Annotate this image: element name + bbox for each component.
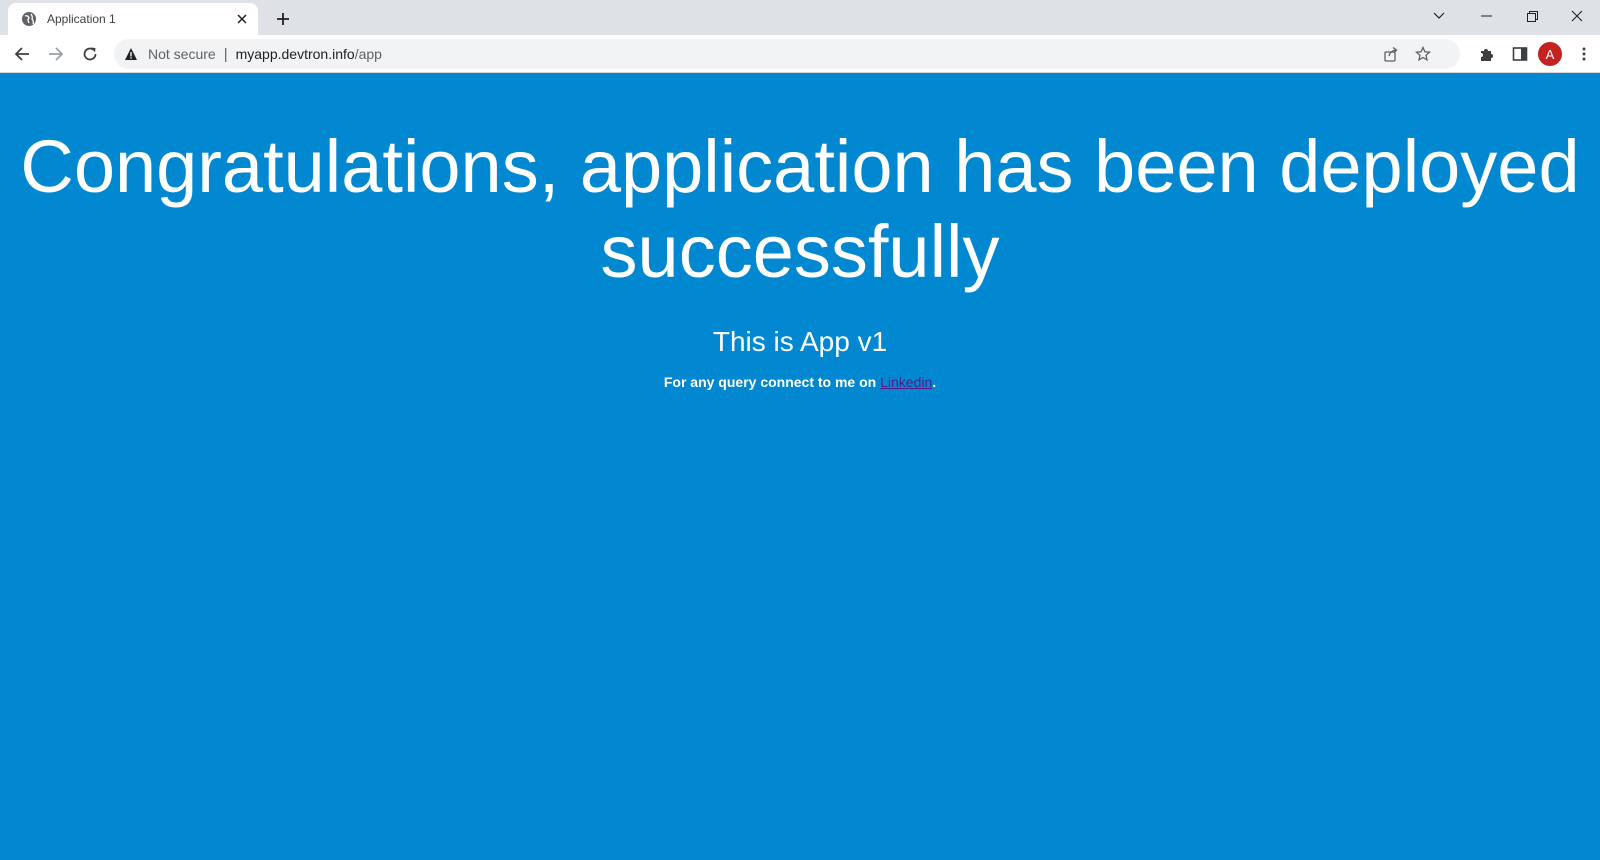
browser-tab[interactable]: Application 1 (8, 3, 258, 35)
reload-icon (83, 47, 97, 61)
security-label[interactable]: Not secure (148, 46, 216, 62)
browser-toolbar: Not secure | myapp.devtron.info /app A (0, 35, 1600, 73)
restore-icon (1526, 10, 1538, 22)
close-window-button[interactable] (1554, 0, 1600, 32)
kebab-menu-icon (1582, 47, 1586, 61)
url-path[interactable]: /app (355, 46, 382, 62)
contact-line: For any query connect to me on Linkedin. (0, 374, 1600, 390)
address-bar[interactable]: Not secure | myapp.devtron.info /app (114, 39, 1460, 69)
tab-search-button[interactable] (1416, 0, 1462, 32)
close-icon[interactable] (232, 9, 252, 29)
star-icon[interactable] (1410, 41, 1436, 67)
share-icon[interactable] (1378, 41, 1404, 67)
arrow-right-icon (49, 47, 64, 61)
page-content: Congratulations, application has been de… (0, 74, 1600, 860)
menu-button[interactable] (1570, 40, 1598, 68)
back-button[interactable] (8, 40, 36, 68)
puzzle-icon (1481, 49, 1493, 61)
warning-icon[interactable] (124, 47, 138, 61)
contact-suffix: . (932, 374, 937, 390)
tab-title: Application 1 (47, 12, 116, 26)
minimize-button[interactable] (1463, 0, 1509, 32)
url-host[interactable]: myapp.devtron.info (236, 46, 355, 62)
side-panel-button[interactable] (1506, 40, 1534, 68)
reload-button[interactable] (76, 40, 104, 68)
close-icon (1571, 10, 1583, 22)
minimize-icon (1480, 15, 1492, 17)
new-tab-button[interactable] (270, 6, 296, 32)
side-panel-icon (1512, 47, 1528, 61)
chevron-down-icon (1433, 12, 1445, 19)
app-version-heading: This is App v1 (712, 326, 888, 357)
contact-text: For any query connect to me on (663, 374, 881, 390)
arrow-left-icon (14, 47, 29, 61)
url-separator: | (223, 45, 228, 63)
linkedin-link[interactable]: Linkedin (880, 374, 932, 390)
forward-button[interactable] (42, 40, 70, 68)
page-title: Congratulations, application has been de… (20, 125, 1580, 293)
avatar[interactable]: A (1538, 42, 1562, 66)
plus-icon (277, 13, 289, 25)
tab-strip: Application 1 (0, 0, 1600, 35)
extensions-button[interactable] (1473, 40, 1501, 68)
globe-icon (21, 11, 37, 27)
restore-button[interactable] (1509, 0, 1555, 32)
